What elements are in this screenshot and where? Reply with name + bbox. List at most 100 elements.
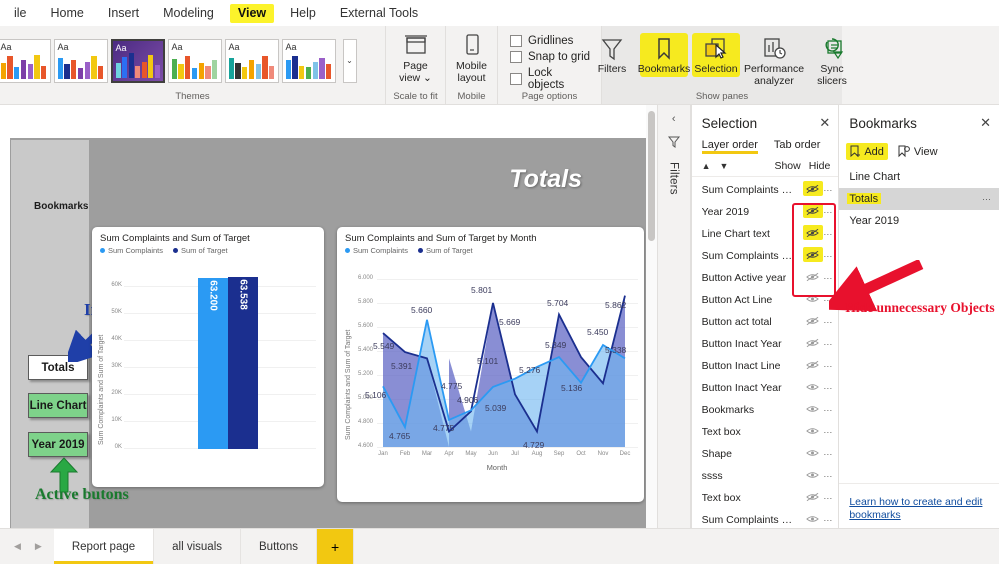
- selection-item-controls[interactable]: ···: [803, 225, 832, 240]
- ribbon-tab-home[interactable]: Home: [39, 2, 96, 24]
- gridlines-checkbox-row[interactable]: Gridlines: [510, 35, 591, 47]
- theme-thumbnail[interactable]: Aa: [224, 38, 279, 83]
- selection-pane-button[interactable]: Selection: [690, 32, 742, 78]
- chevron-left-icon[interactable]: ‹: [672, 113, 676, 125]
- page-next-icon[interactable]: ▶: [35, 541, 42, 552]
- bookmarks-list[interactable]: Line Chart Totals ··· Year 2019: [839, 166, 999, 232]
- eye-visible-icon[interactable]: [806, 404, 820, 416]
- more-options-icon[interactable]: ···: [823, 427, 832, 437]
- more-options-icon[interactable]: ···: [823, 361, 832, 371]
- funnel-icon[interactable]: [667, 135, 681, 152]
- selection-list-item[interactable]: Sum Complaints an... ···: [692, 179, 839, 201]
- sync-slicers-button[interactable]: Sync slicers: [806, 32, 858, 89]
- eye-visible-icon[interactable]: [806, 294, 820, 306]
- filters-pane-button[interactable]: Filters: [586, 32, 638, 78]
- mobile-layout-button[interactable]: Mobile layout: [446, 29, 498, 86]
- themes-gallery[interactable]: Aa Aa Aa Aa Aa Aa ⌄: [0, 29, 357, 87]
- eye-hidden-icon[interactable]: [803, 247, 824, 262]
- eye-hidden-icon[interactable]: [803, 181, 824, 196]
- theme-thumbnail[interactable]: Aa: [281, 38, 336, 83]
- learn-bookmarks-link[interactable]: Learn how to create and edit bookmarks: [849, 496, 991, 522]
- more-options-icon[interactable]: ···: [823, 515, 832, 525]
- theme-thumbnail[interactable]: Aa: [53, 38, 108, 83]
- page-prev-icon[interactable]: ◀: [14, 541, 21, 552]
- eye-hidden-icon[interactable]: [803, 203, 824, 218]
- selection-list-item[interactable]: Shape ···: [692, 443, 839, 465]
- selection-item-controls[interactable]: ···: [806, 404, 832, 416]
- legend-item-sum-of-target[interactable]: Sum of Target: [418, 246, 473, 255]
- selection-list-item[interactable]: Bookmarks ···: [692, 399, 839, 421]
- tab-layer-order[interactable]: Layer order: [701, 139, 759, 154]
- selection-item-controls[interactable]: ···: [806, 426, 832, 438]
- selection-list-item[interactable]: Button Inact Year ···: [692, 377, 839, 399]
- more-options-icon[interactable]: ···: [823, 383, 832, 393]
- ribbon-tab-help[interactable]: Help: [278, 2, 328, 24]
- selection-list-item[interactable]: Line Chart text ···: [692, 223, 839, 245]
- selection-item-controls[interactable]: ···: [803, 181, 832, 196]
- add-bookmark-button[interactable]: Add: [846, 143, 888, 160]
- more-options-icon[interactable]: ···: [823, 207, 832, 217]
- eye-hidden-icon[interactable]: [806, 492, 820, 504]
- selection-list-item[interactable]: Button Active year ···: [692, 267, 839, 289]
- legend-item-sum-complaints[interactable]: Sum Complaints: [100, 246, 163, 255]
- page-view-button[interactable]: Page view ⌄: [390, 29, 442, 86]
- more-options-icon[interactable]: ···: [823, 493, 832, 503]
- more-options-icon[interactable]: ···: [823, 405, 832, 415]
- canvas-button-year-2019[interactable]: Year 2019: [28, 432, 88, 457]
- theme-thumbnail[interactable]: Aa: [0, 38, 51, 83]
- eye-hidden-icon[interactable]: [806, 360, 820, 372]
- selection-list-item[interactable]: Year 2019 ···: [692, 201, 839, 223]
- selection-item-controls[interactable]: ···: [806, 470, 832, 482]
- selection-list-item[interactable]: Sum Complaints by ...···: [692, 245, 839, 267]
- eye-hidden-icon[interactable]: [806, 316, 820, 328]
- bookmark-item-year-2019[interactable]: Year 2019: [839, 210, 999, 232]
- eye-visible-icon[interactable]: [806, 382, 820, 394]
- page-nav-arrows[interactable]: ◀ ▶: [0, 529, 54, 564]
- selection-item-list[interactable]: Sum Complaints an... ··· Year 2019 ··· Lin…: [692, 177, 839, 528]
- selection-item-controls[interactable]: ···: [806, 514, 832, 526]
- selection-item-controls[interactable]: ···: [806, 448, 832, 460]
- more-options-icon[interactable]: ···: [823, 185, 832, 195]
- selection-item-controls[interactable]: ···: [803, 203, 832, 218]
- close-icon[interactable]: ✕: [819, 115, 830, 131]
- report-canvas[interactable]: Bookmarks Totals Line Chart Year 2019 To…: [10, 138, 655, 528]
- more-options-icon[interactable]: ···: [982, 194, 991, 204]
- snap-to-grid-checkbox[interactable]: [510, 51, 522, 63]
- selection-list-item[interactable]: Text box ···: [692, 421, 839, 443]
- add-page-button[interactable]: +: [317, 529, 355, 564]
- eye-visible-icon[interactable]: [806, 470, 820, 482]
- more-options-icon[interactable]: ···: [823, 449, 832, 459]
- eye-visible-icon[interactable]: [806, 426, 820, 438]
- snap-to-grid-checkbox-row[interactable]: Snap to grid: [510, 51, 591, 63]
- area-chart-visual[interactable]: Sum Complaints and Sum of Target by Mont…: [337, 227, 644, 502]
- more-options-icon[interactable]: ···: [823, 471, 832, 481]
- eye-visible-icon[interactable]: [806, 448, 820, 460]
- bookmark-item-totals[interactable]: Totals ···: [839, 188, 999, 210]
- theme-thumbnail[interactable]: Aa: [167, 38, 222, 83]
- selection-list-item[interactable]: Text box ···: [692, 487, 839, 509]
- layer-order-arrows[interactable]: ▲ ▼: [702, 161, 729, 171]
- selection-item-controls[interactable]: ···: [806, 338, 832, 350]
- bar-chart-legend[interactable]: Sum Complaints Sum of Target: [92, 246, 324, 255]
- lock-objects-checkbox-row[interactable]: Lock objects: [510, 67, 591, 91]
- ribbon-tab-insert[interactable]: Insert: [96, 2, 151, 24]
- canvas-vertical-scrollbar[interactable]: [645, 105, 657, 528]
- page-tab-all-visuals[interactable]: all visuals: [154, 529, 241, 564]
- theme-thumbnail-selected[interactable]: Aa: [110, 38, 165, 83]
- bar-chart-visual[interactable]: Sum Complaints and Sum of Target Sum Com…: [92, 227, 324, 487]
- ribbon-tab-modeling[interactable]: Modeling: [151, 2, 226, 24]
- themes-more-button[interactable]: ⌄: [342, 38, 357, 83]
- selection-list-item[interactable]: ssss ···: [692, 465, 839, 487]
- performance-analyzer-button[interactable]: Performance analyzer: [742, 32, 806, 89]
- selection-list-item[interactable]: Button act total ···: [692, 311, 839, 333]
- bar-sum-of-target[interactable]: 63.538: [228, 277, 258, 449]
- bookmark-item-line-chart[interactable]: Line Chart: [839, 166, 999, 188]
- area-chart-legend[interactable]: Sum Complaints Sum of Target: [337, 246, 644, 255]
- gridlines-checkbox[interactable]: [510, 35, 522, 47]
- move-down-icon[interactable]: ▼: [720, 161, 729, 171]
- bookmarks-pane-button[interactable]: Bookmarks: [638, 32, 690, 78]
- more-options-icon[interactable]: ···: [823, 339, 832, 349]
- selection-list-item[interactable]: Sum Complaints an... ···: [692, 509, 839, 528]
- move-up-icon[interactable]: ▲: [702, 161, 711, 171]
- ribbon-tab-external-tools[interactable]: External Tools: [328, 2, 430, 24]
